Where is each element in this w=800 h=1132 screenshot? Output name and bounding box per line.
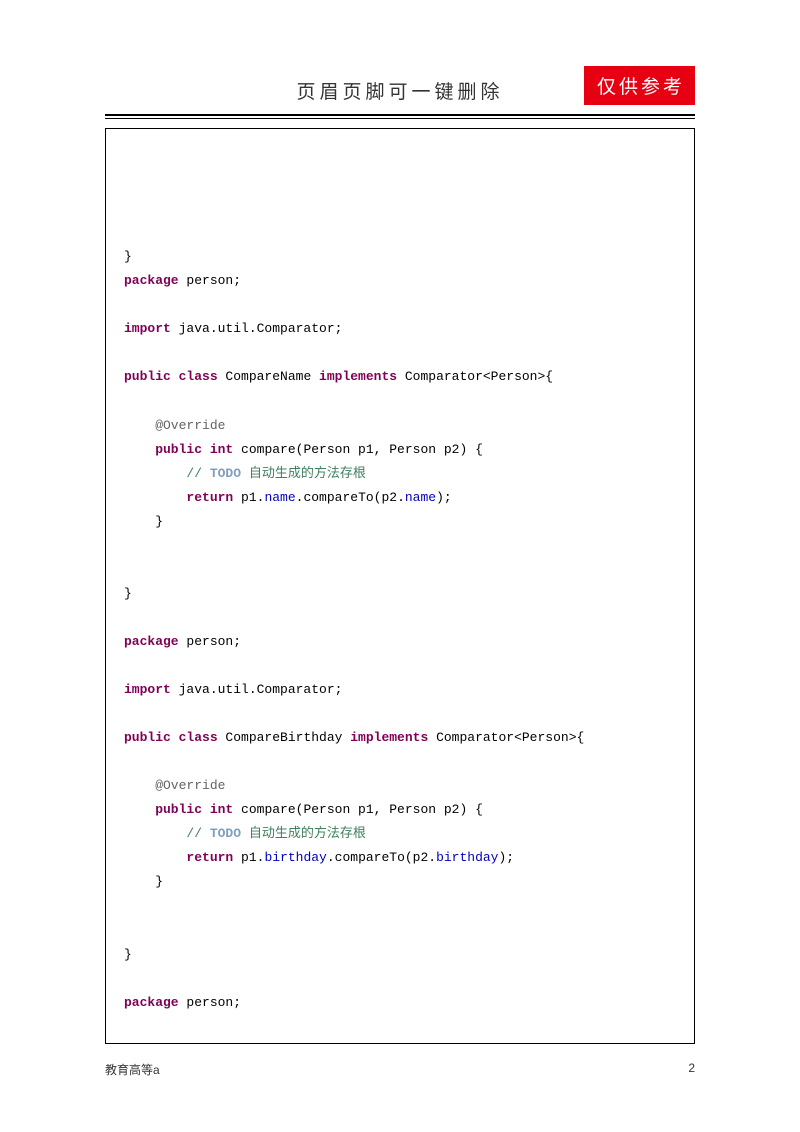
header-rule-thin (105, 118, 695, 119)
class-name: CompareBirthday (218, 730, 351, 745)
kw-import: import (124, 1043, 171, 1044)
ret-mid: .compareTo(p2. (327, 850, 436, 865)
code-line: } (124, 249, 132, 264)
header-row: 页眉页脚可一键删除 仅供参考 (105, 70, 695, 110)
field-name: name (405, 490, 436, 505)
kw-int: int (202, 802, 233, 817)
comment-rest: 自动生成的方法存根 (241, 466, 366, 481)
kw-import: import (124, 682, 171, 697)
ret-p1: p1. (233, 850, 264, 865)
ret-p1: p1. (233, 490, 264, 505)
kw-package: package (124, 273, 179, 288)
pkg-name: person; (179, 634, 241, 649)
kw-implements: implements (319, 369, 397, 384)
field-birthday: birthday (436, 850, 498, 865)
pkg-name: person; (179, 273, 241, 288)
ret-end: ); (499, 850, 515, 865)
page-number: 2 (688, 1061, 695, 1078)
footer-left: 教育高等a (105, 1061, 160, 1078)
kw-class: class (171, 369, 218, 384)
comment-rest: 自动生成的方法存根 (241, 826, 366, 841)
header-rule-thick (105, 114, 695, 116)
import-name: java.util.Comparator; (171, 682, 343, 697)
kw-import: import (124, 321, 171, 336)
kw-int: int (202, 442, 233, 457)
class-type: Comparator<Person>{ (397, 369, 553, 384)
close-inner: } (124, 514, 163, 529)
code-block: } package person; import java.util.Compa… (105, 128, 695, 1044)
kw-public: public (124, 369, 171, 384)
comment-todo: TODO (210, 826, 241, 841)
kw-implements: implements (350, 730, 428, 745)
close-inner: } (124, 874, 163, 889)
close-brace: } (124, 586, 132, 601)
kw-return: return (124, 850, 233, 865)
ret-mid: .compareTo(p2. (296, 490, 405, 505)
class-name: CompareName (218, 369, 319, 384)
header-title: 页眉页脚可一键删除 (296, 77, 503, 104)
reference-stamp: 仅供参考 (584, 66, 695, 105)
ret-end: ); (436, 490, 452, 505)
kw-package: package (124, 634, 179, 649)
field-birthday: birthday (264, 850, 326, 865)
import-name: java.util.Comparator; (171, 1043, 343, 1044)
pkg-name: person; (179, 995, 241, 1010)
kw-package: package (124, 995, 179, 1010)
comment-lead: // (124, 826, 210, 841)
kw-public: public (124, 802, 202, 817)
method-sig: compare(Person p1, Person p2) { (233, 802, 483, 817)
page-header: 页眉页脚可一键删除 仅供参考 (105, 70, 695, 119)
page-footer: 教育高等a 2 (105, 1061, 695, 1078)
import-name: java.util.Comparator; (171, 321, 343, 336)
comment-todo: TODO (210, 466, 241, 481)
kw-public: public (124, 442, 202, 457)
kw-class: class (171, 730, 218, 745)
class-type: Comparator<Person>{ (428, 730, 584, 745)
kw-public: public (124, 730, 171, 745)
kw-return: return (124, 490, 233, 505)
field-name: name (264, 490, 295, 505)
method-sig: compare(Person p1, Person p2) { (233, 442, 483, 457)
annotation-override: @Override (124, 418, 225, 433)
annotation-override: @Override (124, 778, 225, 793)
comment-lead: // (124, 466, 210, 481)
close-brace: } (124, 947, 132, 962)
